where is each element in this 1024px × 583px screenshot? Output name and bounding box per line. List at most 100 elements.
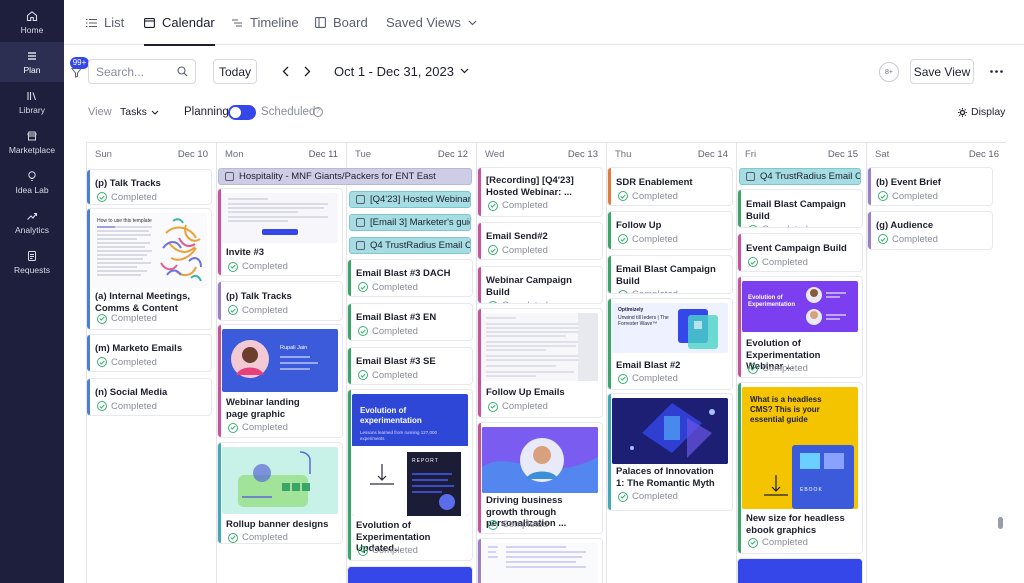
check-circle-icon	[748, 363, 758, 374]
help-icon[interactable]: ?	[313, 107, 323, 117]
task-card[interactable]: Email Blast Campaign Build Completed	[738, 190, 862, 227]
check-circle-icon	[97, 401, 107, 411]
tab-board[interactable]: Board	[315, 0, 368, 45]
home-icon	[26, 10, 38, 21]
card-title: Event Campaign Build	[746, 243, 847, 254]
sidebar-item-label: Library	[19, 104, 45, 115]
search-input[interactable]	[96, 64, 174, 79]
calendar-event-icon	[225, 172, 234, 181]
sidebar-item-home[interactable]: Home	[0, 2, 64, 42]
event-pill[interactable]: [Q4'23] Hosted Webinar...	[349, 191, 471, 208]
display-button[interactable]: Display	[958, 106, 1005, 118]
check-circle-icon	[878, 234, 888, 244]
task-card[interactable]: Email Blast #3 SE Completed	[348, 348, 472, 384]
event-pill[interactable]: Q4 TrustRadius Email Cam...	[739, 168, 861, 185]
task-card[interactable]: (n) Social Media Completed	[87, 379, 211, 415]
planning-scheduled-toggle[interactable]	[228, 105, 256, 120]
prev-button[interactable]	[277, 62, 293, 80]
task-card[interactable]: (g) Audience Completed	[868, 212, 992, 249]
check-circle-icon	[488, 519, 498, 530]
task-card[interactable]: Event Campaign Build Completed	[738, 234, 862, 271]
save-view-button[interactable]: Save View	[910, 59, 974, 84]
event-pill[interactable]: Q4 TrustRadius Email Cam...	[349, 237, 471, 254]
sidebar: Home Plan Library Marketplace Idea Lab A…	[0, 0, 64, 583]
status-completed: Completed	[738, 224, 862, 227]
task-card[interactable]: Rupali Jain Webinar landing page graphic…	[218, 325, 342, 437]
sidebar-item-requests[interactable]: Requests	[0, 242, 64, 282]
task-card[interactable]: Optimizely Unwind till Ieders | The Forr…	[608, 299, 732, 389]
task-card[interactable]: Webinar Campaign Build Completed	[478, 267, 602, 303]
task-card[interactable]	[348, 567, 472, 583]
search-box	[88, 59, 196, 84]
date-range-picker[interactable]: Oct 1 - Dec 31, 2023	[334, 62, 469, 80]
card-thumbnail: Optimizely Unwind till Ieders | The Forr…	[612, 303, 728, 353]
task-card[interactable]: (m) Marketo Emails Completed	[87, 335, 211, 371]
task-card[interactable]: (p) Talk Tracks Completed	[218, 282, 342, 320]
task-card[interactable]	[478, 539, 602, 583]
card-title: Follow Up Emails	[486, 387, 565, 398]
task-card[interactable]: What is a headless CMS? This is your ess…	[738, 383, 862, 553]
check-circle-icon	[488, 300, 498, 303]
tab-timeline[interactable]: Timeline	[232, 0, 299, 45]
sidebar-item-library[interactable]: Library	[0, 82, 64, 122]
task-card[interactable]: Email Blast #3 DACH Completed	[348, 260, 472, 296]
chevron-left-icon	[282, 66, 288, 76]
day-header: Fri Dec 15	[737, 143, 866, 166]
task-card[interactable]: Invite #3 Completed	[218, 189, 342, 275]
view-select[interactable]: Tasks	[120, 106, 159, 118]
next-button[interactable]	[299, 62, 315, 80]
gear-icon	[958, 107, 967, 117]
task-card[interactable]: (b) Event Brief Completed	[868, 168, 992, 205]
task-card[interactable]: Evolution of Experimentation Evolution o…	[738, 277, 862, 377]
check-circle-icon	[748, 257, 758, 267]
task-card[interactable]: SDR Enablement Completed	[608, 168, 732, 205]
task-card[interactable]: Email Send#2 Completed	[478, 223, 602, 259]
card-thumbnail	[482, 427, 598, 493]
day-date: Dec 15	[827, 149, 858, 160]
task-card[interactable]: Evolution of experimentation Lessons lea…	[348, 390, 472, 560]
tab-list[interactable]: List	[86, 0, 124, 45]
sidebar-item-analytics[interactable]: Analytics	[0, 202, 64, 242]
tab-calendar[interactable]: Calendar	[144, 0, 215, 46]
sidebar-item-marketplace[interactable]: Marketplace	[0, 122, 64, 162]
event-pill[interactable]: [Email 3] Marketer's guide...	[349, 214, 471, 231]
day-column-sat: Sat Dec 16 (b) Event Brief Completed (g)…	[867, 143, 1006, 583]
task-card[interactable]: Driving business growth through personal…	[478, 423, 602, 533]
card-title: Follow Up	[616, 220, 662, 231]
card-title: (m) Marketo Emails	[95, 343, 183, 354]
task-card[interactable]: Follow Up Completed	[608, 212, 732, 249]
check-circle-icon	[358, 326, 368, 336]
task-card[interactable]	[738, 559, 862, 583]
more-options-button[interactable]	[985, 62, 1007, 80]
day-column-fri: Fri Dec 15 Q4 TrustRadius Email Cam... E…	[737, 143, 867, 583]
day-header: Sat Dec 16	[867, 143, 1006, 166]
tab-saved-views[interactable]: Saved Views	[386, 0, 477, 45]
task-card[interactable]: Rollup banner designs Completed	[218, 443, 342, 543]
status-completed: Completed	[348, 370, 472, 381]
scrollbar-thumb[interactable]	[998, 517, 1003, 529]
task-card[interactable]: (p) Talk Tracks Completed	[87, 170, 211, 204]
day-name: Fri	[745, 149, 757, 160]
check-circle-icon	[97, 192, 107, 202]
status-completed: Completed	[87, 313, 163, 324]
search-icon[interactable]	[177, 66, 188, 77]
chevron-down-icon	[468, 20, 477, 25]
sidebar-item-label: Analytics	[14, 224, 49, 235]
share-users-button[interactable]: 8+	[879, 62, 899, 82]
task-card[interactable]: Follow Up Emails Completed	[478, 309, 602, 417]
task-card[interactable]: How to use this template (a) Internal Me…	[87, 209, 211, 329]
task-card[interactable]: Palaces of Innovation 1: The Romantic My…	[608, 394, 732, 510]
card-title: New size for headless ebook graphics	[746, 513, 845, 536]
card-title: Webinar landing page graphic	[226, 397, 300, 420]
chevron-down-icon	[151, 110, 159, 115]
task-card[interactable]: Email Blast #3 EN Completed	[348, 304, 472, 340]
today-button[interactable]: Today	[213, 59, 257, 84]
sidebar-item-idea-lab[interactable]: Idea Lab	[0, 162, 64, 202]
check-circle-icon	[488, 401, 498, 412]
sidebar-item-plan[interactable]: Plan	[0, 42, 64, 82]
scheduled-label: Scheduled	[261, 106, 316, 118]
task-card[interactable]: [Recording] [Q4'23] Hosted Webinar: ... …	[478, 168, 602, 216]
task-card[interactable]: Email Blast Campaign Build Completed	[608, 256, 732, 293]
card-title: (p) Talk Tracks	[226, 291, 292, 302]
day-header: Tue Dec 12	[347, 143, 476, 166]
